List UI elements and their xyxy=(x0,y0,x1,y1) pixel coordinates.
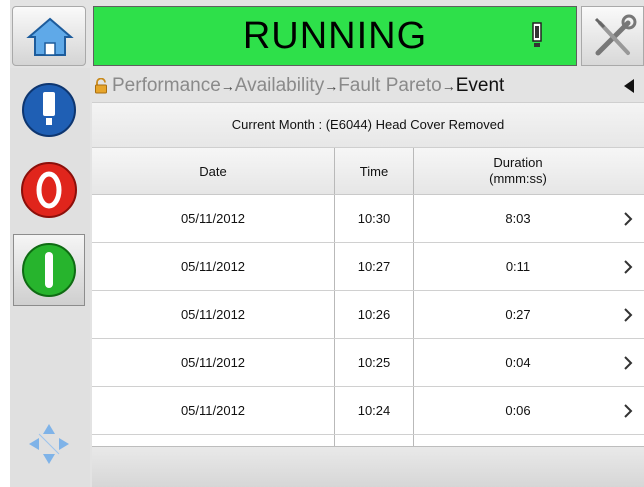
navigate-icon xyxy=(29,424,69,464)
start-icon xyxy=(22,243,76,297)
printer-screen: RUNNING Performance→Availability→Fault P… xyxy=(10,0,644,487)
status-bar: RUNNING xyxy=(93,6,577,66)
cell-time: 10:30 xyxy=(334,195,414,242)
table-row[interactable]: 05/11/2012 10:27 0:11 xyxy=(92,243,644,291)
cell-date: 05/11/2012 xyxy=(180,211,246,226)
stop-button[interactable] xyxy=(13,154,85,226)
cell-date: 05/11/2012 xyxy=(180,355,246,370)
crumb-fault-pareto[interactable]: Fault Pareto xyxy=(338,75,442,96)
cell-date: 05/11/2012 xyxy=(180,403,246,418)
cell-time: 10:25 xyxy=(334,339,414,386)
table-row[interactable]: 05/11/2012 10:26 0:27 xyxy=(92,291,644,339)
tools-button[interactable] xyxy=(581,6,644,66)
chevron-right-icon[interactable] xyxy=(622,243,644,290)
table-subtitle: Current Month : (E6044) Head Cover Remov… xyxy=(92,103,644,148)
crumb-event: Event xyxy=(455,75,505,96)
footer-bar xyxy=(92,446,644,487)
table-row[interactable]: 05/11/2012 10:24 0:06 xyxy=(92,387,644,435)
cell-duration: 8:03 xyxy=(505,211,531,226)
cell-duration: 0:11 xyxy=(505,259,531,274)
breadcrumb: Performance→Availability→Fault Pareto→Ev… xyxy=(94,72,644,100)
chevron-right-icon[interactable] xyxy=(622,339,644,386)
stop-icon xyxy=(21,162,77,218)
printhead-button[interactable] xyxy=(13,74,85,146)
cell-duration: 0:06 xyxy=(505,403,531,418)
table-row[interactable]: 05/11/2012 10:25 0:04 xyxy=(92,339,644,387)
cell-duration: 0:04 xyxy=(505,355,531,370)
table-row[interactable]: 05/11/2012 10:30 8:03 xyxy=(92,195,644,243)
left-control-column xyxy=(10,68,90,487)
header-time[interactable]: Time xyxy=(334,148,414,194)
cell-date: 05/11/2012 xyxy=(180,259,246,274)
back-arrow-icon[interactable] xyxy=(622,78,636,94)
header-duration[interactable]: Duration (mmm:ss) xyxy=(414,148,622,194)
cell-time: 10:27 xyxy=(334,243,414,290)
cell-duration: 0:27 xyxy=(505,307,531,322)
crumb-performance[interactable]: Performance xyxy=(112,75,221,96)
cell-time: 10:26 xyxy=(334,291,414,338)
chevron-right-icon[interactable] xyxy=(622,291,644,338)
crumb-availability[interactable]: Availability xyxy=(235,75,324,96)
printhead-icon xyxy=(22,83,76,137)
home-button[interactable] xyxy=(12,6,86,66)
start-button[interactable] xyxy=(13,234,85,306)
cell-time: 10:24 xyxy=(334,387,414,434)
status-text: RUNNING xyxy=(242,15,428,57)
alert-icon xyxy=(532,22,542,47)
chevron-right-icon[interactable] xyxy=(622,387,644,434)
crumb-separator: → xyxy=(324,78,339,94)
crumb-separator: → xyxy=(220,78,235,94)
navigate-button[interactable] xyxy=(13,408,85,480)
chevron-right-icon[interactable] xyxy=(622,195,644,242)
crumb-separator: → xyxy=(441,78,456,94)
event-table-panel: Current Month : (E6044) Head Cover Remov… xyxy=(92,102,644,449)
lock-icon xyxy=(95,78,107,94)
cell-date: 05/11/2012 xyxy=(180,307,246,322)
tools-icon xyxy=(594,14,637,56)
table-header: Date Time Duration (mmm:ss) xyxy=(92,148,644,195)
header-date[interactable]: Date xyxy=(92,148,334,194)
home-icon xyxy=(26,17,74,56)
